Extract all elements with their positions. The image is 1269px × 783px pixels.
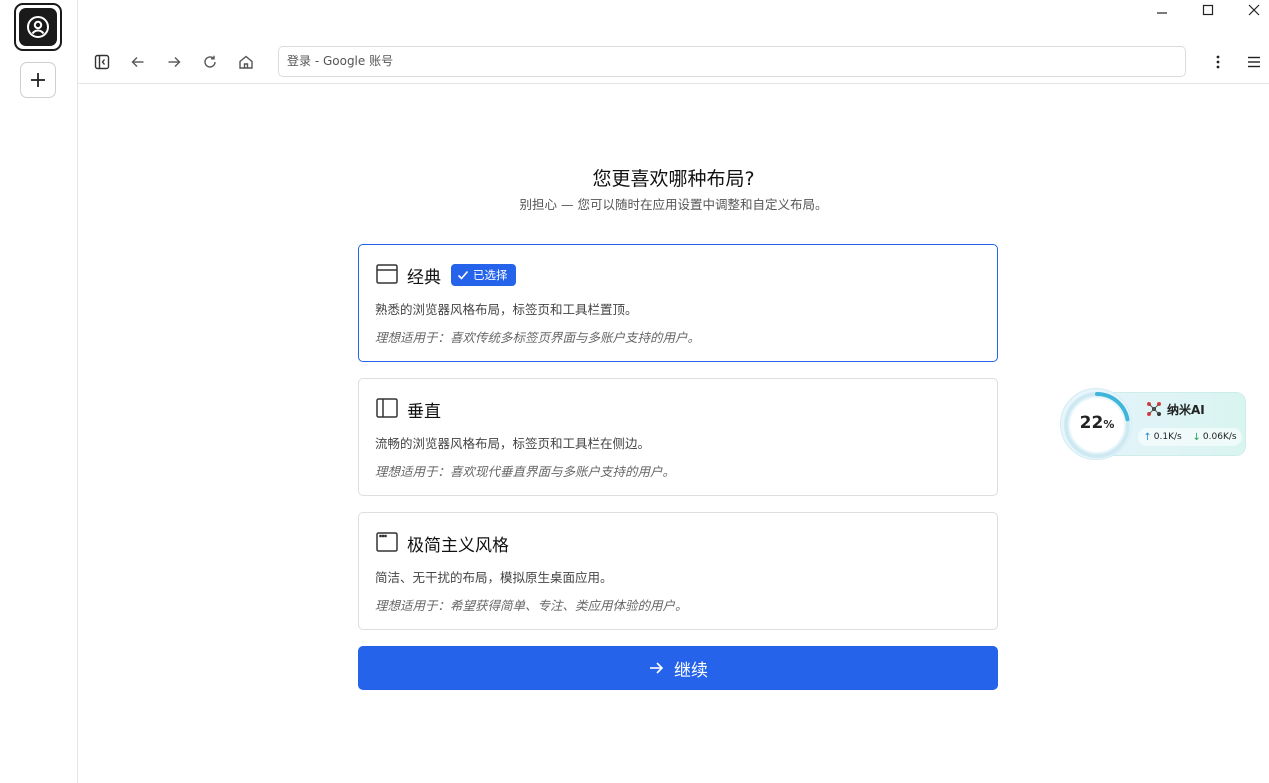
maximize-button[interactable]: [1196, 0, 1220, 20]
download-arrow-icon: ↓: [1192, 431, 1201, 443]
nano-ai-logo-icon: [1147, 402, 1161, 416]
profile-avatar: [19, 8, 57, 46]
toggle-sidebar-button[interactable]: [90, 50, 114, 74]
check-icon: [457, 270, 469, 280]
hamburger-menu-button[interactable]: [1242, 50, 1266, 74]
reload-button[interactable]: [198, 50, 222, 74]
network-speed-row: ↑ 0.1K/s ↓ 0.06K/s: [1138, 428, 1242, 446]
arrow-right-icon: [650, 662, 664, 674]
selected-badge: 已选择: [451, 264, 516, 286]
widget-title: 纳米AI: [1167, 403, 1205, 417]
layout-description: 熟悉的浏览器风格布局，标签页和工具栏置顶。: [375, 302, 638, 317]
layout-title: 垂直: [407, 402, 441, 422]
page-subtitle: 别担心 — 您可以随时在应用设置中调整和自定义布局。: [519, 197, 828, 212]
usage-dial: 22%: [1060, 388, 1132, 460]
minimize-button[interactable]: [1150, 0, 1174, 20]
forward-button[interactable]: [162, 50, 186, 74]
download-speed-value: 0.06K/s: [1202, 432, 1237, 442]
close-icon: [1248, 4, 1260, 16]
layout-ideal-for: 理想适用于：希望获得简单、专注、类应用体验的用户。: [375, 598, 688, 613]
user-circle-icon: [27, 16, 49, 38]
profile-button[interactable]: [14, 3, 62, 51]
home-icon: [239, 55, 253, 69]
sidebar-toggle-icon: [94, 54, 110, 70]
maximize-icon: [1202, 4, 1214, 16]
sidebar-rail: [0, 0, 78, 783]
usage-percent-unit: %: [1103, 418, 1115, 431]
app-window: 登录 - Google 账号 您更喜欢哪种布局? 别担心 — 您可以随时在应用设…: [0, 0, 1269, 783]
layout-ideal-for: 理想适用于：喜欢现代垂直界面与多账户支持的用户。: [375, 464, 676, 479]
more-menu-button[interactable]: [1206, 50, 1230, 74]
browser-toolbar: 登录 - Google 账号: [78, 40, 1269, 84]
layout-title: 经典: [407, 268, 441, 288]
add-profile-button[interactable]: [20, 62, 56, 98]
minimal-layout-icon: [376, 532, 398, 552]
arrow-left-icon: [131, 57, 144, 67]
home-button[interactable]: [234, 50, 258, 74]
plus-icon: [31, 73, 45, 87]
download-speed: ↓ 0.06K/s: [1193, 432, 1237, 443]
upload-speed-value: 0.1K/s: [1153, 432, 1182, 442]
reload-icon: [204, 55, 216, 68]
upload-arrow-icon: ↑: [1143, 431, 1152, 443]
hamburger-icon: [1248, 56, 1260, 68]
back-button[interactable]: [126, 50, 150, 74]
usage-percent: 22: [1079, 413, 1104, 433]
nano-ai-speed-widget[interactable]: 22% 纳米AI ↑ 0.1K/s ↓ 0.06K/s: [1060, 388, 1246, 460]
layout-description: 简洁、无干扰的布局，模拟原生桌面应用。: [375, 570, 613, 585]
close-button[interactable]: [1242, 0, 1266, 20]
selected-badge-label: 已选择: [473, 268, 508, 282]
vertical-layout-icon: [376, 398, 398, 418]
usage-value: 22%: [1070, 398, 1124, 452]
layout-title: 极简主义风格: [407, 536, 509, 556]
continue-button[interactable]: 继续: [358, 646, 998, 690]
layout-description: 流畅的浏览器风格布局，标签页和工具栏在侧边。: [375, 436, 651, 451]
address-bar[interactable]: 登录 - Google 账号: [278, 46, 1186, 77]
upload-speed: ↑ 0.1K/s: [1143, 432, 1181, 443]
continue-label: 继续: [674, 660, 708, 681]
page-title: 您更喜欢哪种布局?: [592, 168, 755, 190]
more-vertical-icon: [1216, 55, 1220, 69]
layout-option-vertical[interactable]: 垂直 流畅的浏览器风格布局，标签页和工具栏在侧边。 理想适用于：喜欢现代垂直界面…: [358, 378, 998, 496]
arrow-right-icon: [168, 57, 181, 67]
classic-layout-icon: [376, 264, 398, 284]
layout-option-minimal[interactable]: 极简主义风格 简洁、无干扰的布局，模拟原生桌面应用。 理想适用于：希望获得简单、…: [358, 512, 998, 630]
minimize-icon: [1157, 12, 1167, 14]
layout-ideal-for: 理想适用于：喜欢传统多标签页界面与多账户支持的用户。: [375, 330, 701, 345]
layout-option-classic[interactable]: 经典 已选择 熟悉的浏览器风格布局，标签页和工具栏置顶。 理想适用于：喜欢传统多…: [358, 244, 998, 362]
